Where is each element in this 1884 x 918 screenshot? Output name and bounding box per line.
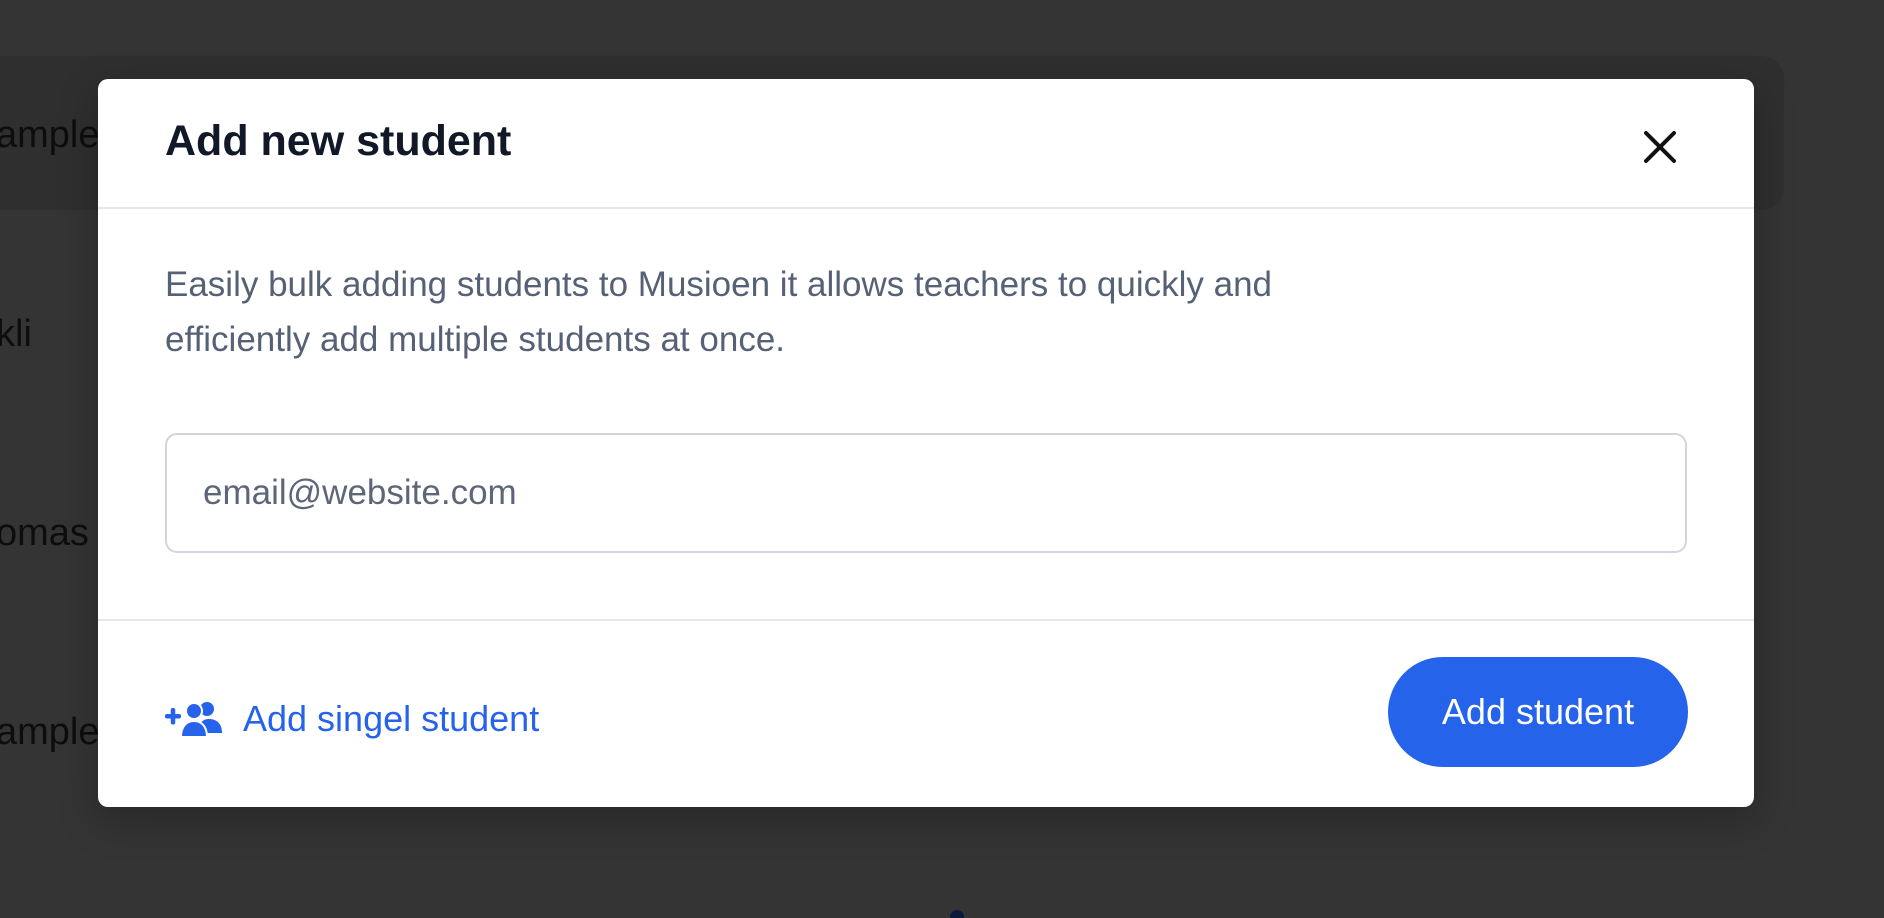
background-row-text: omas (0, 512, 89, 554)
add-student-modal: Add new student Easily bulk adding stude… (98, 79, 1754, 807)
add-student-button[interactable]: Add student (1388, 657, 1688, 767)
close-icon (1644, 131, 1676, 163)
add-single-student-link[interactable]: Add singel student (165, 689, 539, 749)
background-dot (950, 910, 964, 918)
add-user-group-icon (165, 699, 223, 739)
modal-description: Easily bulk adding students to Musioen i… (165, 265, 1272, 359)
background-row-text: ample (0, 114, 100, 156)
add-single-student-label: Add singel student (243, 698, 540, 739)
modal-header: Add new student (98, 79, 1754, 209)
modal-title: Add new student (165, 117, 512, 165)
close-button[interactable] (1632, 119, 1688, 175)
modal-footer: Add singel student Add student (98, 619, 1754, 807)
background-row-text: kli (0, 313, 32, 355)
background-row-text: ample (0, 711, 100, 753)
email-field[interactable] (165, 433, 1687, 553)
